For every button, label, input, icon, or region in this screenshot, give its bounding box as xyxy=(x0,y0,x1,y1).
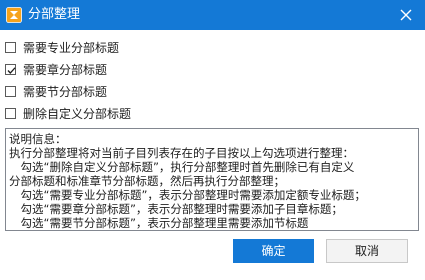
checkbox-chapter-title[interactable] xyxy=(5,64,16,75)
option-label: 需要专业分部标题 xyxy=(23,41,120,55)
checkbox-delete-custom-title[interactable] xyxy=(5,108,16,119)
title-bar[interactable]: 分部整理 xyxy=(0,0,425,30)
checkbox-professional-title[interactable] xyxy=(5,42,16,53)
info-line: 分部标题和标准章节分部标题，然后再执行分部整理； xyxy=(9,174,285,188)
dialog-window: 分部整理 需要专业分部标题 需要章分部标题 需要节分部标题 删除自定义分部标题 … xyxy=(0,0,425,280)
checkbox-section-title[interactable] xyxy=(5,86,16,97)
info-line: 勾选“需要章分部标题”，表示分部整理时需要添加子目章标题； xyxy=(9,202,343,216)
app-logo-icon xyxy=(6,7,22,23)
info-text-box[interactable]: 说明信息： 执行分部整理将对当前子目列表存在的子目按以上勾选项进行整理： 勾选“… xyxy=(5,128,419,231)
option-label: 需要章分部标题 xyxy=(23,63,108,77)
cancel-button[interactable]: 取消 xyxy=(326,239,408,263)
option-label: 需要节分部标题 xyxy=(23,85,108,99)
ok-button[interactable]: 确定 xyxy=(233,239,314,263)
close-icon xyxy=(400,9,412,21)
info-line: 勾选“需要专业分部标题”，表示分部整理时需要添加定额专业标题； xyxy=(9,188,366,202)
info-line: 执行分部整理将对当前子目列表存在的子目按以上勾选项进行整理： xyxy=(9,146,354,160)
info-line: 勾选“需要节分部标题”，表示分部整理里需要添加节标题 xyxy=(9,216,309,230)
option-label: 删除自定义分部标题 xyxy=(23,107,132,121)
info-line: 说明信息： xyxy=(9,132,67,146)
check-mark-icon xyxy=(7,67,16,74)
close-button[interactable] xyxy=(387,0,425,30)
info-line: 勾选“删除自定义分部标题”，执行分部整理时首先删除已有自定义 xyxy=(9,160,355,174)
window-title: 分部整理 xyxy=(28,7,81,22)
